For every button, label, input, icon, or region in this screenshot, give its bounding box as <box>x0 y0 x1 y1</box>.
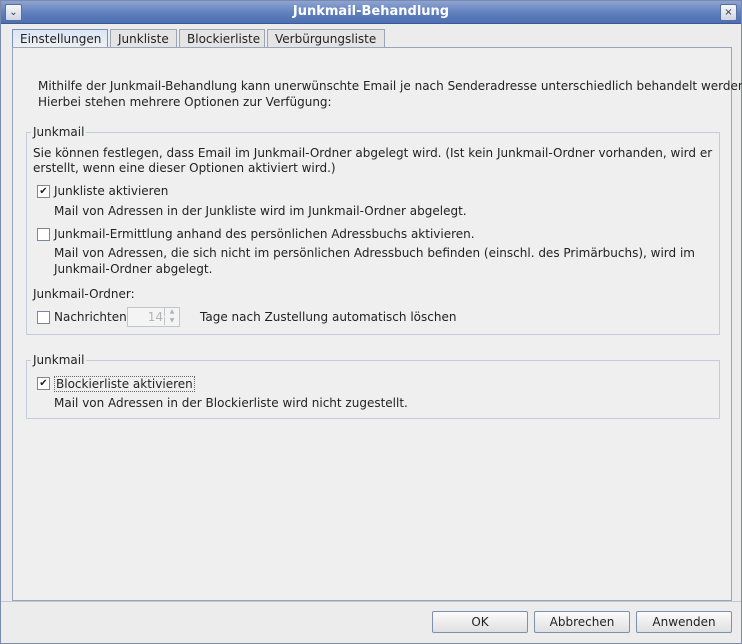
title-bar: ⌄ Junkmail-Behandlung × <box>1 1 741 24</box>
blockierliste-checkbox-label[interactable]: Blockierliste aktivieren <box>54 376 195 392</box>
cancel-button[interactable]: Abbrechen <box>534 611 630 633</box>
apply-button[interactable]: Anwenden <box>636 611 732 633</box>
nachrichten-suffix: Tage nach Zustellung automatisch löschen <box>200 310 457 324</box>
nachrichten-checkbox-label[interactable]: Nachrichten <box>54 310 127 324</box>
intro-line-2: Hierbei stehen mehrere Optionen zur Verf… <box>38 95 332 109</box>
junkliste-checkbox[interactable]: ✔ <box>37 185 50 198</box>
dialog-window: ⌄ Junkmail-Behandlung × Einstellungen Ju… <box>0 0 742 644</box>
adressbuch-checkbox-label[interactable]: Junkmail-Ermittlung anhand des persönlic… <box>54 227 475 241</box>
junkmail-group: Junkmail Sie können festlegen, dass Emai… <box>26 125 720 335</box>
junkliste-checkbox-label[interactable]: Junkliste aktivieren <box>54 184 168 198</box>
tab-junkliste[interactable]: Junkliste <box>110 29 177 47</box>
junkliste-desc: Mail von Adressen in der Junkliste wird … <box>54 204 467 218</box>
days-spinner[interactable]: 14 ▲ ▼ <box>127 307 180 327</box>
blockierliste-desc: Mail von Adressen in der Blockierliste w… <box>54 396 408 410</box>
junkmail-group-label: Junkmail <box>31 125 87 139</box>
junkmail-desc-line-1: Sie können festlegen, dass Email im Junk… <box>33 146 713 160</box>
blockierliste-group: Junkmail ✔ Blockierliste aktivieren Mail… <box>26 353 720 419</box>
adressbuch-checkbox[interactable] <box>37 228 50 241</box>
blockierliste-checkbox[interactable]: ✔ <box>37 377 50 390</box>
nachrichten-checkbox[interactable] <box>37 311 50 324</box>
adressbuch-desc-line-2: Junkmail-Ordner abgelegt. <box>54 262 213 276</box>
intro-line-1: Mithilfe der Junkmail-Behandlung kann un… <box>38 79 742 93</box>
window-title: Junkmail-Behandlung <box>292 4 450 19</box>
adressbuch-desc-line-1: Mail von Adressen, die sich nicht im per… <box>54 246 695 260</box>
days-spinner-value: 14 <box>147 310 163 324</box>
settings-panel: Mithilfe der Junkmail-Behandlung kann un… <box>12 47 742 601</box>
tab-verbuergungsliste[interactable]: Verbürgungsliste <box>267 29 385 47</box>
tab-blockierliste[interactable]: Blockierliste <box>179 29 265 47</box>
spinner-up-icon[interactable]: ▲ <box>164 308 179 316</box>
junkmail-desc-line-2: erstellt, wenn eine dieser Optionen akti… <box>33 161 336 175</box>
spinner-down-icon[interactable]: ▼ <box>164 317 179 325</box>
footer-separator <box>1 601 741 602</box>
junkmail-ordner-label: Junkmail-Ordner: <box>33 287 135 301</box>
ok-button[interactable]: OK <box>432 611 528 633</box>
tab-einstellungen[interactable]: Einstellungen <box>12 29 108 48</box>
close-icon[interactable]: × <box>720 4 737 21</box>
blockierliste-group-label: Junkmail <box>31 353 87 367</box>
